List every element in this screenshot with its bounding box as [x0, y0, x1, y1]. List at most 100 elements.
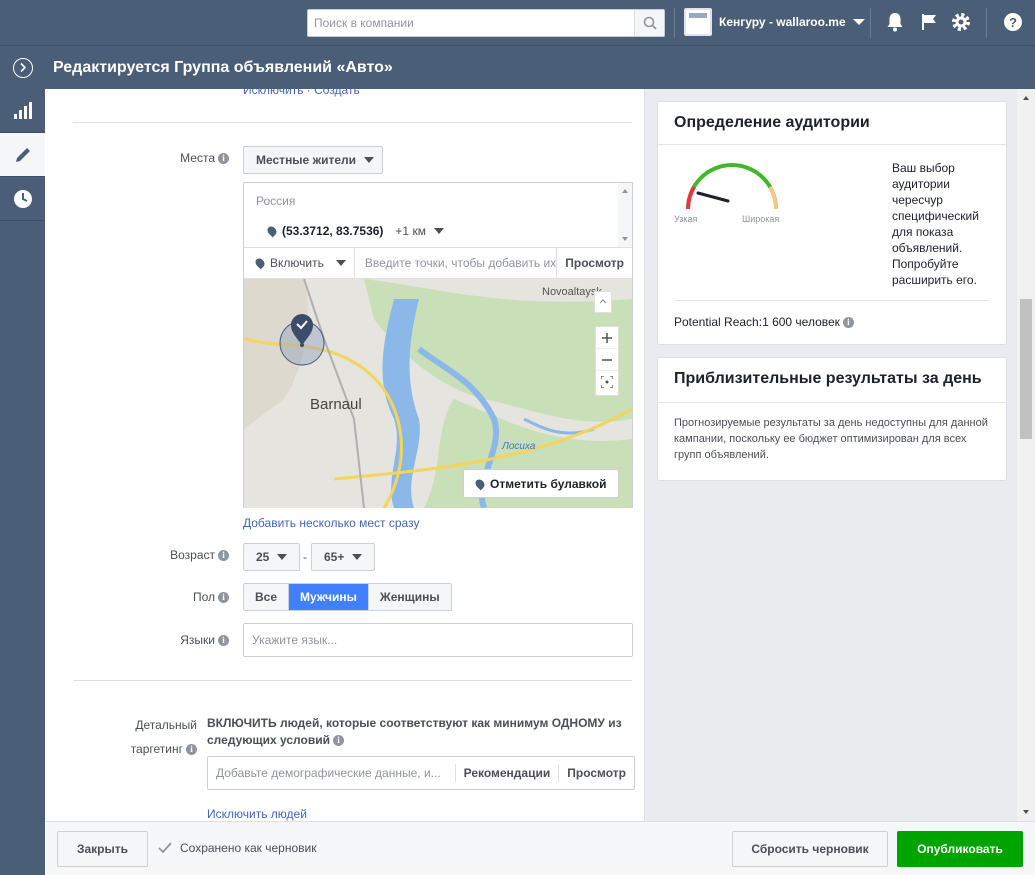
fit-bounds-button[interactable]: [596, 371, 618, 393]
audience-form-panel: Исключить · Создать Места i Местные жител…: [45, 89, 645, 821]
divider: [674, 8, 675, 38]
map-tilt-button[interactable]: [594, 291, 612, 313]
detailed-label-line2: таргетинг: [130, 742, 183, 756]
add-bulk-locations-link[interactable]: Добавить несколько мест сразу: [243, 516, 419, 530]
potential-reach-label: Potential Reach:: [674, 315, 763, 329]
map-label-river: Лосиха: [501, 441, 536, 452]
top-navigation-bar: Кенгуру - wallaroo.me ?: [0, 0, 1035, 45]
gender-label-text: Пол: [192, 590, 215, 604]
svg-text:?: ?: [1009, 15, 1017, 30]
location-browse-button[interactable]: Просмотр: [556, 248, 632, 278]
map-label-city: Barnaul: [310, 396, 362, 413]
country-label: Россия: [256, 194, 296, 208]
places-type-dropdown[interactable]: Местные жители: [243, 146, 384, 174]
help-button[interactable]: ?: [1002, 11, 1024, 33]
info-icon[interactable]: i: [218, 592, 229, 604]
rail-item-reports[interactable]: [0, 89, 45, 133]
divider: [986, 8, 987, 38]
location-map[interactable]: Barnaul Novoaltaysk Лосиха Отметить була…: [244, 279, 632, 508]
drop-pin-button[interactable]: Отметить булавкой: [463, 469, 620, 498]
gender-option-all[interactable]: Все: [244, 584, 290, 610]
estimates-card-title: Приблизительные результаты за день: [658, 358, 1006, 403]
audience-message: Ваш выбор аудитории чересчур специфическ…: [892, 161, 979, 287]
radius-value: +1 км: [395, 224, 426, 238]
gender-selector: Все Мужчины Женщины: [243, 583, 452, 611]
location-list-scrollbar[interactable]: [618, 183, 632, 247]
info-icon[interactable]: i: [332, 735, 344, 747]
map-pin-icon: [265, 224, 279, 238]
gender-option-men[interactable]: Мужчины: [289, 584, 369, 610]
languages-input[interactable]: Укажите язык...: [243, 623, 633, 657]
scroll-down-arrow-icon: [1023, 810, 1029, 814]
age-max-dropdown[interactable]: 65+: [311, 543, 375, 571]
include-dropdown[interactable]: Включить: [244, 248, 355, 278]
close-button[interactable]: Закрыть: [57, 831, 148, 867]
age-min-dropdown[interactable]: 25: [243, 543, 300, 571]
scroll-up-arrow-icon: [622, 189, 628, 193]
gender-option-women[interactable]: Женщины: [368, 584, 451, 610]
zoom-in-button[interactable]: [596, 327, 618, 349]
detailed-targeting-input-row: Добавьте демографические данные, и... Ре…: [207, 756, 635, 790]
location-input-row: Включить Введите точки, чтобы добавить и…: [244, 247, 632, 279]
reset-draft-button[interactable]: Сбросить черновик: [732, 831, 888, 867]
caret-up-icon: [599, 299, 607, 304]
divider: [73, 680, 632, 681]
potential-reach: Potential Reach:1 600 человек i: [674, 315, 854, 329]
save-status-text: Сохранено как черновик: [180, 841, 317, 855]
plus-icon: [602, 332, 612, 343]
audience-definition-card: Определение аудитории Узкая Широкая Ваш …: [657, 101, 1007, 345]
detailed-targeting-input[interactable]: Добавьте демографические данные, и...: [208, 766, 455, 780]
radius-dropdown[interactable]: +1 км: [395, 224, 444, 238]
flag-button[interactable]: [918, 11, 940, 33]
account-switcher[interactable]: Кенгуру - wallaroo.me: [684, 8, 866, 36]
collapse-toggle[interactable]: [13, 58, 33, 78]
recommendations-button[interactable]: Рекомендации: [454, 764, 559, 782]
age-separator: -: [303, 550, 307, 564]
rail-item-edit[interactable]: [0, 133, 45, 177]
estimates-message: Прогнозируемые результаты за день недост…: [674, 417, 988, 461]
detailed-desc-text: ВКЛЮЧИТЬ людей, которые соответствуют ка…: [207, 716, 622, 747]
info-icon[interactable]: i: [218, 153, 229, 165]
divider: [73, 122, 632, 123]
page-scrollbar[interactable]: [1017, 89, 1035, 821]
search-icon: [643, 16, 657, 30]
scrollbar-thumb[interactable]: [1020, 299, 1032, 439]
drop-pin-label: Отметить булавкой: [490, 476, 607, 491]
detailed-browse-button[interactable]: Просмотр: [558, 764, 634, 782]
location-input[interactable]: Введите точки, чтобы добавить их: [355, 256, 556, 270]
rail-item-history[interactable]: [0, 177, 45, 221]
gauge-narrow-label: Узкая: [674, 214, 698, 224]
selected-location: (53.3712, 83.7536) +1 км: [265, 224, 444, 238]
caret-down-icon: [433, 228, 444, 234]
notifications-button[interactable]: [884, 11, 906, 33]
caret-down-icon: [335, 260, 346, 266]
settings-button[interactable]: [950, 11, 972, 33]
detailed-targeting-description: ВКЛЮЧИТЬ людей, которые соответствуют ка…: [207, 715, 637, 749]
exclude-people-link[interactable]: Исключить людей: [207, 807, 307, 821]
save-status: Сохранено как черновик: [158, 841, 317, 855]
languages-label-text: Языки: [180, 633, 215, 647]
account-name: Кенгуру - wallaroo.me: [719, 15, 846, 29]
partial-links: Исключить · Создать: [243, 89, 360, 97]
age-label: Возраст i: [105, 548, 229, 562]
company-search: [307, 9, 665, 37]
bottom-action-bar: Закрыть Сохранено как черновик Сбросить …: [45, 821, 1035, 875]
page-title: Редактируется Группа объявлений «Авто»: [53, 59, 393, 76]
gender-label: Пол i: [105, 590, 229, 604]
publish-button[interactable]: Опубликовать: [897, 831, 1023, 867]
zoom-out-button[interactable]: [596, 349, 618, 371]
bell-icon: [887, 13, 903, 32]
detailed-targeting-label: Детальный таргетинг i: [105, 713, 197, 761]
company-search-input[interactable]: [308, 10, 634, 36]
include-label: Включить: [270, 256, 324, 270]
account-avatar: [684, 8, 712, 36]
age-max-value: 65+: [324, 550, 345, 564]
info-icon[interactable]: i: [218, 635, 229, 647]
flag-icon: [922, 14, 936, 30]
info-icon[interactable]: i: [842, 317, 854, 329]
info-icon[interactable]: i: [218, 550, 229, 562]
search-button[interactable]: [634, 10, 664, 36]
map-pin-icon: [253, 256, 267, 270]
info-icon[interactable]: i: [186, 744, 197, 756]
editor-title-bar: Редактируется Группа объявлений «Авто»: [0, 45, 1035, 89]
